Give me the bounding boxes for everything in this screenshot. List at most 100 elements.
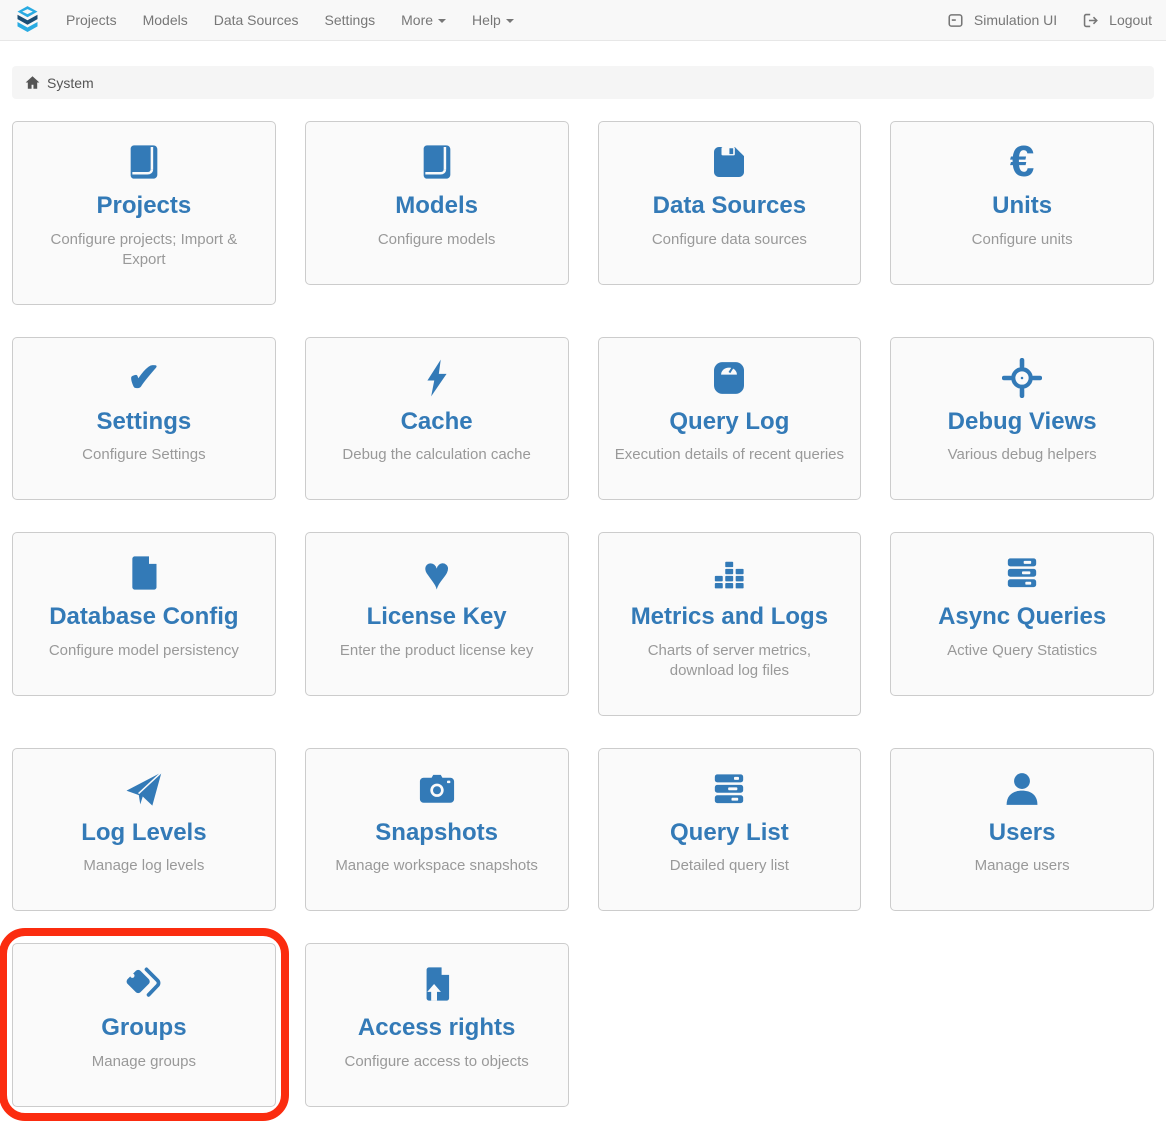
card-title: Query List [611, 819, 849, 847]
card-subtitle: Manage log levels [29, 856, 259, 876]
logout-icon [1083, 13, 1098, 28]
card-grid: ProjectsConfigure projects; Import & Exp… [12, 121, 1154, 1127]
scale-icon [709, 358, 749, 398]
book-icon [417, 142, 457, 182]
book-icon [124, 142, 164, 182]
navbar: Projects Models Data Sources Settings More He… [0, 0, 1166, 41]
card-query-log[interactable]: Query Log Execution details of recent que… [598, 337, 862, 501]
nav-item-simulation-ui[interactable]: Simulation UI [922, 0, 1057, 40]
card-title: Cache [318, 408, 556, 436]
card-data-sources[interactable]: Data Sources Configure data sources [598, 121, 862, 285]
navbar-menu: Projects Models Data Sources Settings More He… [53, 0, 527, 40]
card-title: Projects [25, 192, 263, 220]
camera-icon [417, 769, 457, 809]
card-async-queries[interactable]: Async QueriesActive Query Statistics [890, 532, 1154, 696]
nav-item-label: More [401, 12, 433, 28]
breadcrumb-item-system: System [47, 75, 94, 91]
card-title: License Key [318, 603, 556, 631]
card-subtitle: Configure access to objects [322, 1052, 552, 1072]
card-cache[interactable]: Cache Debug the calculation cache [305, 337, 569, 501]
card-icon-wrap [611, 356, 849, 400]
card-title: Query Log [611, 408, 849, 436]
card-title: Users [903, 819, 1141, 847]
card-subtitle: Configure models [322, 230, 552, 250]
app-logo[interactable] [14, 5, 41, 35]
card-users[interactable]: UsersManage users [890, 748, 1154, 912]
card-icon-wrap [25, 140, 263, 184]
euro-icon: € [1010, 140, 1034, 184]
nav-item-more[interactable]: More [388, 0, 459, 40]
card-subtitle: Enter the product license key [322, 641, 552, 661]
card-title: Snapshots [318, 819, 556, 847]
card-database-config[interactable]: Database ConfigConfigure model persisten… [12, 532, 276, 696]
paper-plane-icon [124, 769, 164, 809]
card-snapshots[interactable]: SnapshotsManage workspace snapshots [305, 748, 569, 912]
home-icon [25, 75, 40, 90]
card-access-rights[interactable]: Access rights Configure access to objects [305, 943, 569, 1107]
card-subtitle: Detailed query list [614, 856, 844, 876]
nav-item-projects[interactable]: Projects [53, 0, 130, 40]
nav-item-help[interactable]: Help [459, 0, 527, 40]
crosshairs-icon [1002, 358, 1042, 398]
card-title: Units [903, 192, 1141, 220]
card-icon-wrap: € [903, 140, 1141, 184]
card-title: Log Levels [25, 819, 263, 847]
card-icon-wrap [611, 551, 849, 595]
card-title: Models [318, 192, 556, 220]
server-icon [1002, 553, 1042, 593]
card-subtitle: Execution details of recent queries [614, 445, 844, 465]
tags-icon [124, 964, 164, 1004]
card-projects[interactable]: ProjectsConfigure projects; Import & Exp… [12, 121, 276, 305]
card-icon-wrap [318, 140, 556, 184]
card-debug-views[interactable]: Debug Views Various debug helpers [890, 337, 1154, 501]
breadcrumb-icon-slot [25, 75, 40, 90]
card-icon-wrap [25, 962, 263, 1006]
caret-down-icon [506, 19, 514, 23]
card-icon-wrap [903, 356, 1141, 400]
card-icon-wrap [903, 551, 1141, 595]
card-subtitle: Debug the calculation cache [322, 445, 552, 465]
card-title: Settings [25, 408, 263, 436]
nav-item-label: Help [472, 12, 501, 28]
card-icon-wrap [25, 551, 263, 595]
nav-item-label: Simulation UI [974, 12, 1057, 28]
file-upload-icon [417, 964, 457, 1004]
file-icon [124, 553, 164, 593]
nav-item-label: Data Sources [214, 12, 299, 28]
breadcrumb: System [12, 66, 1154, 99]
nav-item-label: Models [143, 12, 188, 28]
nav-item-data-sources[interactable]: Data Sources [201, 0, 312, 40]
card-metrics-and-logs[interactable]: Metrics and LogsCharts of server metrics… [598, 532, 862, 716]
equalizer-icon [709, 553, 749, 593]
heart-icon: ♥ [423, 550, 450, 596]
card-groups[interactable]: GroupsManage groups [12, 943, 276, 1107]
card-license-key[interactable]: ♥ License Key Enter the product license ke… [305, 532, 569, 696]
card-title: Debug Views [903, 408, 1141, 436]
card-icon-wrap [25, 767, 263, 811]
card-units[interactable]: €UnitsConfigure units [890, 121, 1154, 285]
card-subtitle: Charts of server metrics, download log f… [614, 641, 844, 681]
nav-item-label: Logout [1109, 12, 1152, 28]
nav-item-settings[interactable]: Settings [312, 0, 389, 40]
floppy-disk-icon [709, 142, 749, 182]
nav-item-models[interactable]: Models [130, 0, 201, 40]
card-title: Async Queries [903, 603, 1141, 631]
card-query-list[interactable]: Query List Detailed query list [598, 748, 862, 912]
card-settings[interactable]: ✔SettingsConfigure Settings [12, 337, 276, 501]
nav-item-logout[interactable]: Logout [1057, 0, 1152, 40]
check-icon: ✔ [127, 358, 161, 398]
window-icon [948, 13, 963, 28]
bolt-icon [417, 358, 457, 398]
card-title: Data Sources [611, 192, 849, 220]
card-icon-wrap: ♥ [318, 551, 556, 595]
card-title: Access rights [318, 1014, 556, 1042]
stack-logo-icon [14, 5, 41, 35]
card-title: Database Config [25, 603, 263, 631]
card-icon-wrap: ✔ [25, 356, 263, 400]
card-subtitle: Various debug helpers [907, 445, 1137, 465]
card-subtitle: Configure data sources [614, 230, 844, 250]
card-log-levels[interactable]: Log Levels Manage log levels [12, 748, 276, 912]
card-models[interactable]: Models Configure models [305, 121, 569, 285]
card-icon-wrap [903, 767, 1141, 811]
card-subtitle: Manage groups [29, 1052, 259, 1072]
